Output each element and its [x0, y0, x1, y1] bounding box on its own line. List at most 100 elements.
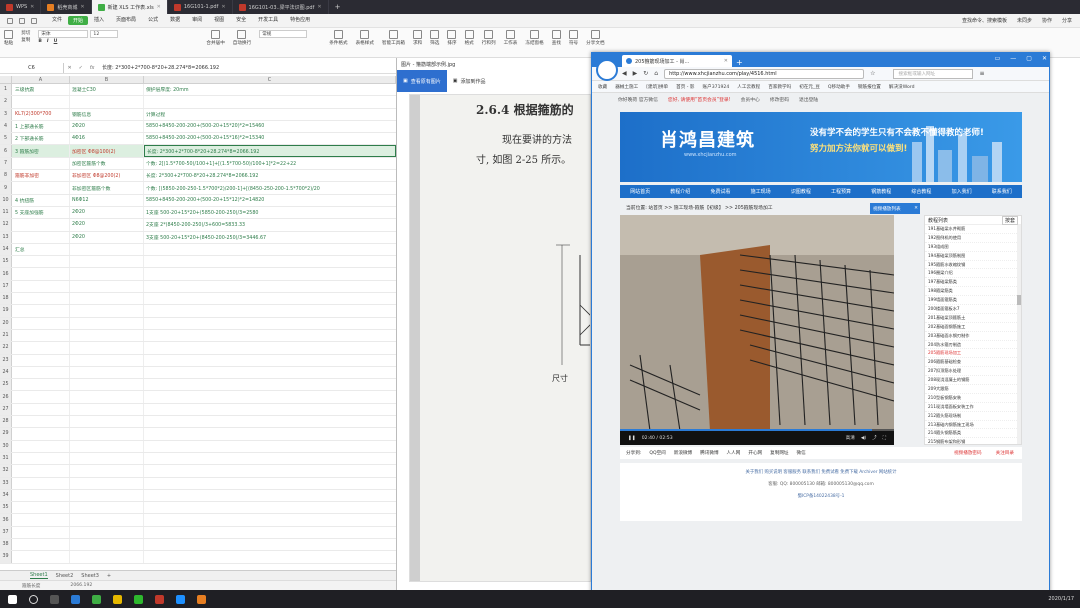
- close-tab-icon[interactable]: ✕: [221, 4, 225, 10]
- favorite-item[interactable]: 人工云教程: [737, 84, 760, 90]
- cell-c[interactable]: [144, 539, 396, 550]
- favorite-item[interactable]: 账户371924: [703, 84, 730, 90]
- row-number[interactable]: 39: [0, 551, 12, 563]
- menu-6[interactable]: 审阅: [186, 16, 208, 25]
- menu-9[interactable]: 开发工具: [252, 16, 284, 25]
- menu-right-2[interactable]: 协作: [1042, 17, 1052, 24]
- menu-4[interactable]: 公式: [142, 16, 164, 25]
- cell-c[interactable]: 3支座 500-20+15*20+(8450-200-250)/3=3446.6…: [144, 232, 396, 243]
- cut-button[interactable]: 剪切: [21, 30, 30, 36]
- home-icon[interactable]: ⌂: [654, 70, 658, 77]
- menu-8[interactable]: 安全: [230, 16, 252, 25]
- cell-a[interactable]: [12, 157, 70, 170]
- cell-c[interactable]: 保护层厚度: 20mm: [144, 84, 396, 95]
- cell-a[interactable]: [12, 329, 70, 342]
- site-nav-item[interactable]: 加入我们: [952, 188, 972, 195]
- copy-button[interactable]: 复制: [21, 37, 30, 43]
- tutorial-item[interactable]: 201基础梁顶箍筋土: [925, 314, 1021, 323]
- tutorial-item[interactable]: 195箍筋水收缩纹钢: [925, 261, 1021, 270]
- close-popup-icon[interactable]: ✕: [914, 206, 920, 211]
- list-scrollbar[interactable]: [1017, 225, 1021, 444]
- row-number[interactable]: 19: [0, 305, 12, 317]
- minimize-icon[interactable]: —: [1010, 55, 1016, 62]
- tutorial-item[interactable]: 198箍梁筋类: [925, 287, 1021, 297]
- cell-b[interactable]: [70, 440, 144, 452]
- start-icon[interactable]: [8, 594, 17, 604]
- menu-2[interactable]: 插入: [88, 16, 110, 25]
- row-number[interactable]: 10: [0, 194, 12, 206]
- tutorial-item[interactable]: 212箍头筋现场制: [925, 412, 1021, 421]
- cond-format-button[interactable]: 条件格式: [329, 30, 348, 46]
- cell-a[interactable]: 5 支座加强筋: [12, 206, 70, 219]
- share-item[interactable]: 复制网址: [770, 450, 788, 456]
- row-number[interactable]: 12: [0, 219, 12, 231]
- cell-b[interactable]: 2Φ20: [70, 231, 144, 243]
- favorite-item[interactable]: 钢筋报位置: [858, 84, 881, 90]
- cell-c[interactable]: [144, 256, 396, 267]
- cell-c[interactable]: [144, 330, 396, 341]
- tutorial-item[interactable]: 210型板钢筋安装: [925, 394, 1021, 403]
- cell-b[interactable]: [70, 96, 144, 108]
- reload-icon[interactable]: ↻: [643, 70, 648, 77]
- cell-a[interactable]: [12, 416, 70, 428]
- row-number[interactable]: 23: [0, 354, 12, 366]
- cell-c[interactable]: 计算过程: [144, 109, 396, 120]
- cell-b[interactable]: [70, 391, 144, 403]
- cell-a[interactable]: [12, 182, 70, 194]
- tutorial-item[interactable]: 206箍筋基础检查: [925, 358, 1021, 368]
- freeze-button[interactable]: 冻结窗格: [525, 30, 544, 46]
- symbol-button[interactable]: 符号: [569, 30, 578, 46]
- cell-c[interactable]: [144, 478, 396, 489]
- col-b-header[interactable]: B: [70, 76, 144, 83]
- sheet-tab[interactable]: Sheet2: [56, 573, 74, 579]
- wechat-app-icon[interactable]: [134, 594, 143, 604]
- share-item[interactable]: 微信: [797, 450, 806, 456]
- wps-tab[interactable]: 16G101-03..梁平法识图.pdf ✕: [233, 0, 329, 14]
- row-number[interactable]: 3: [0, 108, 12, 120]
- row-number[interactable]: 34: [0, 489, 12, 502]
- wps-sheet-app-icon[interactable]: [92, 594, 101, 604]
- cell-a[interactable]: [12, 268, 70, 280]
- row-number[interactable]: 13: [0, 231, 12, 243]
- italic-button[interactable]: I: [47, 39, 49, 44]
- share-item[interactable]: QQ空间: [649, 450, 665, 456]
- close-tab-icon[interactable]: ✕: [317, 4, 321, 10]
- cell-c[interactable]: [144, 551, 396, 562]
- video-player[interactable]: ❚❚ 02:40 / 02:53 高清 ◀) ⤴ ⛶: [620, 215, 894, 445]
- row-number[interactable]: 20: [0, 317, 12, 329]
- cell-b[interactable]: [70, 366, 144, 379]
- tutorial-item[interactable]: 199墙面箍筋类: [925, 296, 1021, 306]
- favorite-item[interactable]: Q移动助手: [828, 84, 850, 90]
- cell-c[interactable]: 5850+8450-200-200+(500-20+15*20)*2=15460: [144, 121, 396, 132]
- row-number[interactable]: 27: [0, 403, 12, 416]
- cell-b[interactable]: 钢筋信息: [70, 108, 144, 120]
- change-password-link[interactable]: 修改密码: [770, 96, 789, 103]
- forward-icon[interactable]: ▶: [633, 70, 638, 77]
- cell-a[interactable]: [12, 293, 70, 305]
- bold-button[interactable]: B: [38, 39, 42, 44]
- row-number[interactable]: 7: [0, 157, 12, 170]
- cell-c[interactable]: [144, 379, 396, 390]
- cell-a[interactable]: 2 下部通长筋: [12, 133, 70, 145]
- cell-c[interactable]: 个数: 2[(1.5*700-50)/100+1]+[(1.5*700-50)/…: [144, 158, 396, 169]
- cell-a[interactable]: [12, 428, 70, 440]
- tutorial-item[interactable]: 207扣顶筋水处理: [925, 367, 1021, 377]
- cell-b[interactable]: [70, 243, 144, 256]
- cell-a[interactable]: [12, 489, 70, 502]
- cell-a[interactable]: [12, 280, 70, 293]
- tutorial-item[interactable]: 196圈梁介绍: [925, 269, 1021, 279]
- redo-icon[interactable]: [31, 17, 37, 24]
- cell-c[interactable]: 5850+8450-200-200+(500-20+15*12)*2=14820: [144, 195, 396, 206]
- save-icon[interactable]: [7, 17, 13, 24]
- cell-a[interactable]: [12, 342, 70, 354]
- wps-tab[interactable]: 16G101-1.pdf ✕: [168, 0, 233, 14]
- cell-c[interactable]: [144, 465, 396, 476]
- tutorial-item[interactable]: 203基础面水钢刃制作: [925, 332, 1021, 341]
- sheet-tab[interactable]: Sheet1: [30, 572, 48, 579]
- menu-7[interactable]: 视图: [208, 16, 230, 25]
- browser-tab[interactable]: 205箍筋现场加工 - 肖... ✕: [622, 55, 732, 67]
- cell-c[interactable]: [144, 391, 396, 402]
- cell-c[interactable]: [144, 441, 396, 452]
- cell-b[interactable]: 加密区 Φ8@100(2): [70, 145, 144, 157]
- row-number[interactable]: 33: [0, 477, 12, 489]
